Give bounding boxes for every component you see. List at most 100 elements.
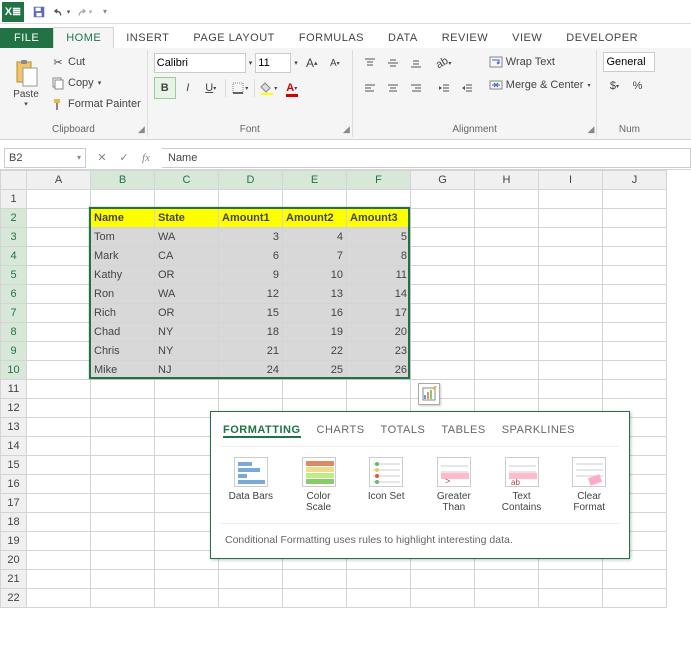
cell[interactable] [603, 361, 667, 380]
cell[interactable]: 5 [347, 228, 411, 247]
cell[interactable] [91, 418, 155, 437]
cell[interactable] [27, 285, 91, 304]
cell[interactable] [411, 247, 475, 266]
cell[interactable] [411, 570, 475, 589]
cell[interactable] [347, 570, 411, 589]
cell[interactable] [539, 228, 603, 247]
cell[interactable] [27, 532, 91, 551]
cell[interactable]: 4 [283, 228, 347, 247]
cell[interactable]: 11 [347, 266, 411, 285]
cell[interactable]: 17 [347, 304, 411, 323]
cell[interactable]: 19 [283, 323, 347, 342]
cell[interactable]: 16 [283, 304, 347, 323]
cell[interactable] [603, 342, 667, 361]
cell[interactable] [27, 190, 91, 209]
orientation-button[interactable]: ab▾ [433, 52, 455, 74]
clipboard-dialog-launcher[interactable]: ◢ [138, 124, 145, 135]
cell[interactable] [91, 551, 155, 570]
row-header-21[interactable]: 21 [1, 570, 27, 589]
cell[interactable] [283, 589, 347, 608]
column-header-I[interactable]: I [539, 171, 603, 190]
cell[interactable] [155, 551, 219, 570]
row-header-7[interactable]: 7 [1, 304, 27, 323]
row-header-20[interactable]: 20 [1, 551, 27, 570]
column-header-E[interactable]: E [283, 171, 347, 190]
tab-data[interactable]: DATA [376, 28, 430, 48]
align-bottom-button[interactable] [405, 52, 427, 74]
cell[interactable] [539, 247, 603, 266]
qa-option-icon-set[interactable]: Icon Set [362, 457, 410, 513]
cell[interactable] [411, 209, 475, 228]
cell[interactable] [91, 494, 155, 513]
cell[interactable] [27, 228, 91, 247]
cell[interactable]: OR [155, 304, 219, 323]
cell[interactable]: 24 [219, 361, 283, 380]
cell[interactable] [155, 589, 219, 608]
cell[interactable] [91, 570, 155, 589]
cell[interactable]: 10 [283, 266, 347, 285]
qa-tab-totals[interactable]: TOTALS [381, 424, 426, 438]
row-header-8[interactable]: 8 [1, 323, 27, 342]
cell[interactable]: 26 [347, 361, 411, 380]
cell[interactable] [475, 247, 539, 266]
cell[interactable] [155, 380, 219, 399]
quick-analysis-button[interactable] [418, 383, 440, 405]
cell[interactable] [155, 437, 219, 456]
increase-indent-button[interactable] [456, 77, 478, 99]
cell[interactable]: 14 [347, 285, 411, 304]
column-header-G[interactable]: G [411, 171, 475, 190]
row-header-6[interactable]: 6 [1, 285, 27, 304]
cell[interactable] [411, 285, 475, 304]
cancel-formula-button[interactable]: ✕ [92, 148, 112, 168]
cell[interactable]: NY [155, 342, 219, 361]
cell[interactable] [603, 285, 667, 304]
tab-view[interactable]: VIEW [500, 28, 554, 48]
row-header-9[interactable]: 9 [1, 342, 27, 361]
cell[interactable] [475, 589, 539, 608]
row-header-17[interactable]: 17 [1, 494, 27, 513]
copy-button[interactable]: Copy ▾ [50, 73, 141, 93]
align-middle-button[interactable] [382, 52, 404, 74]
cell[interactable] [411, 342, 475, 361]
cell[interactable] [27, 266, 91, 285]
cell[interactable] [27, 570, 91, 589]
cell[interactable] [155, 513, 219, 532]
column-header-B[interactable]: B [91, 171, 155, 190]
qa-option-greater-than[interactable]: > Greater Than [430, 457, 478, 513]
cell[interactable]: NJ [155, 361, 219, 380]
tab-formulas[interactable]: FORMULAS [287, 28, 376, 48]
cell[interactable] [219, 589, 283, 608]
row-header-5[interactable]: 5 [1, 266, 27, 285]
cell[interactable] [27, 456, 91, 475]
cell[interactable] [411, 589, 475, 608]
tab-page-layout[interactable]: PAGE LAYOUT [181, 28, 287, 48]
name-box[interactable]: B2 ▾ [4, 148, 86, 168]
undo-button[interactable]: ▾ [50, 2, 72, 22]
row-header-15[interactable]: 15 [1, 456, 27, 475]
cell[interactable] [603, 589, 667, 608]
cell[interactable] [27, 247, 91, 266]
cell[interactable] [539, 342, 603, 361]
cell[interactable] [219, 570, 283, 589]
cell[interactable]: OR [155, 266, 219, 285]
cell[interactable] [603, 190, 667, 209]
insert-function-button[interactable]: fx [136, 148, 156, 168]
cell[interactable] [155, 494, 219, 513]
cell[interactable]: 13 [283, 285, 347, 304]
cell[interactable] [475, 285, 539, 304]
cell[interactable]: 9 [219, 266, 283, 285]
cell[interactable] [27, 513, 91, 532]
cell[interactable]: 23 [347, 342, 411, 361]
number-format-select[interactable] [603, 52, 655, 72]
cell[interactable] [539, 589, 603, 608]
cell[interactable] [27, 209, 91, 228]
tab-review[interactable]: REVIEW [430, 28, 500, 48]
cell[interactable] [219, 190, 283, 209]
bold-button[interactable]: B [154, 77, 176, 99]
cell[interactable] [603, 304, 667, 323]
cell[interactable] [475, 266, 539, 285]
cell[interactable] [475, 190, 539, 209]
cell[interactable] [603, 380, 667, 399]
cell[interactable] [539, 190, 603, 209]
cell[interactable] [155, 418, 219, 437]
